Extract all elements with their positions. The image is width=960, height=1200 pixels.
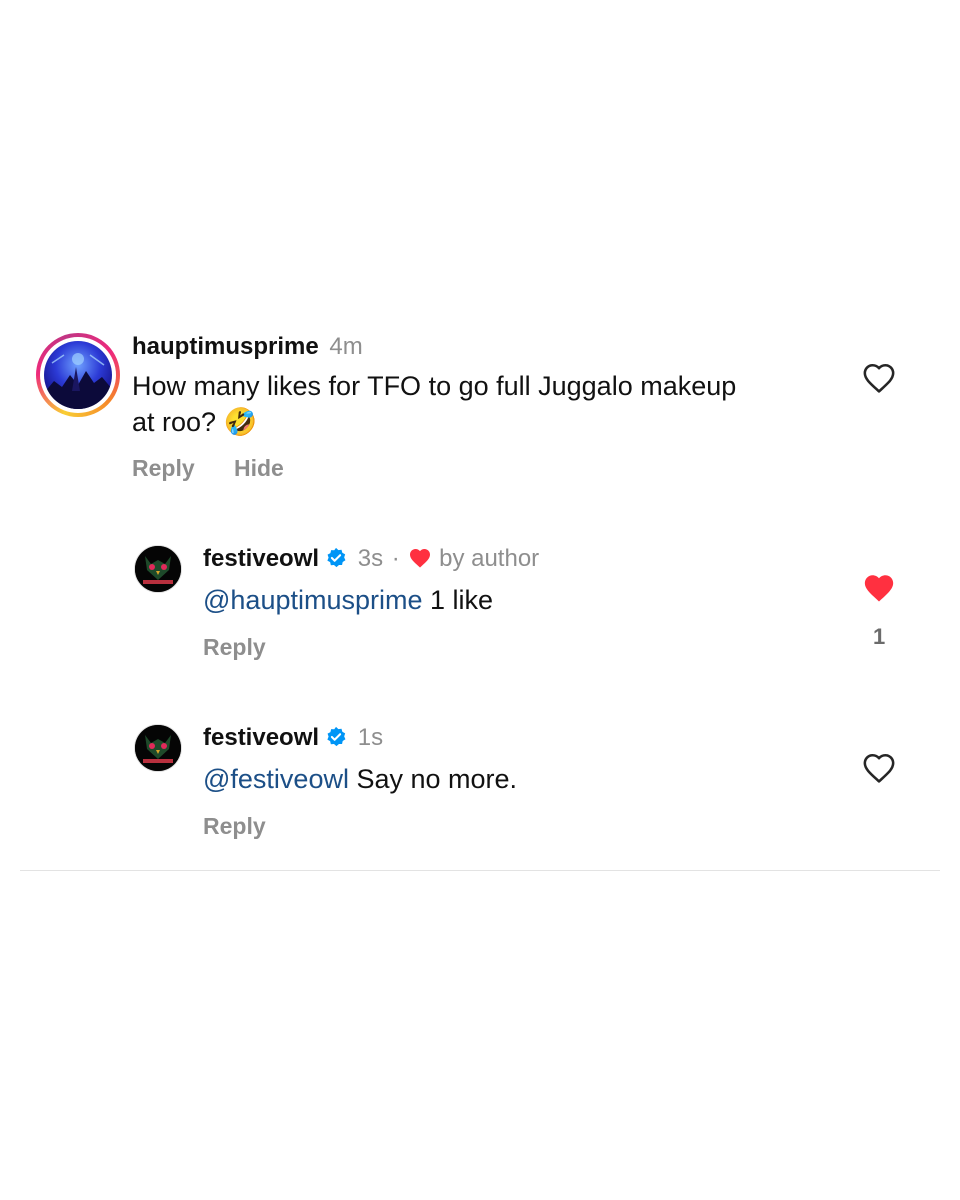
heart-outline-icon xyxy=(862,753,896,788)
reply-time: 3s xyxy=(357,545,384,572)
rofl-emoji: 🤣 xyxy=(223,407,258,437)
comment-time: 4m xyxy=(329,333,363,360)
hide-button[interactable]: Hide xyxy=(234,455,284,482)
verified-badge-icon xyxy=(325,547,347,576)
like-count[interactable]: 1 xyxy=(873,624,885,650)
comment-text: How many likes for TFO to go full Juggal… xyxy=(132,368,832,440)
username-text[interactable]: hauptimusprime xyxy=(132,333,319,360)
comment-text-line2: at roo? xyxy=(132,407,217,437)
divider xyxy=(20,870,940,871)
reply-header: festiveowl 3s · by author xyxy=(203,545,539,576)
reply-button[interactable]: Reply xyxy=(203,634,266,661)
heart-outline-icon xyxy=(862,363,896,398)
username-text[interactable]: festiveowl xyxy=(203,545,319,572)
avatar-hauptimusprime[interactable] xyxy=(36,333,120,417)
heart-filled-icon xyxy=(408,547,432,576)
avatar-festiveowl[interactable] xyxy=(134,545,182,593)
avatar-festiveowl[interactable] xyxy=(134,724,182,772)
reply-body: 1 like xyxy=(430,585,494,615)
heart-filled-icon xyxy=(862,575,896,608)
like-button[interactable] xyxy=(862,362,896,399)
reply-button[interactable]: Reply xyxy=(132,455,195,482)
comment-username[interactable]: hauptimusprime 4m xyxy=(132,333,363,361)
reply-time: 1s xyxy=(357,724,384,751)
username-text[interactable]: festiveowl xyxy=(203,724,319,751)
reply-text: @festiveowl Say no more. xyxy=(203,761,517,797)
reply-body: Say no more. xyxy=(356,764,518,794)
like-button-liked[interactable] xyxy=(862,572,896,609)
liked-by-author-label: by author xyxy=(439,545,540,572)
separator-dot: · xyxy=(391,545,400,572)
comment-text-line1: How many likes for TFO to go full Juggal… xyxy=(132,371,737,401)
mention-link[interactable]: @hauptimusprime xyxy=(203,585,423,615)
mention-link[interactable]: @festiveowl xyxy=(203,764,349,794)
reply-header: festiveowl 1s xyxy=(203,724,383,755)
reply-button[interactable]: Reply xyxy=(203,813,266,840)
reply-text: @hauptimusprime 1 like xyxy=(203,582,493,618)
like-button[interactable] xyxy=(862,752,896,789)
verified-badge-icon xyxy=(325,726,347,755)
